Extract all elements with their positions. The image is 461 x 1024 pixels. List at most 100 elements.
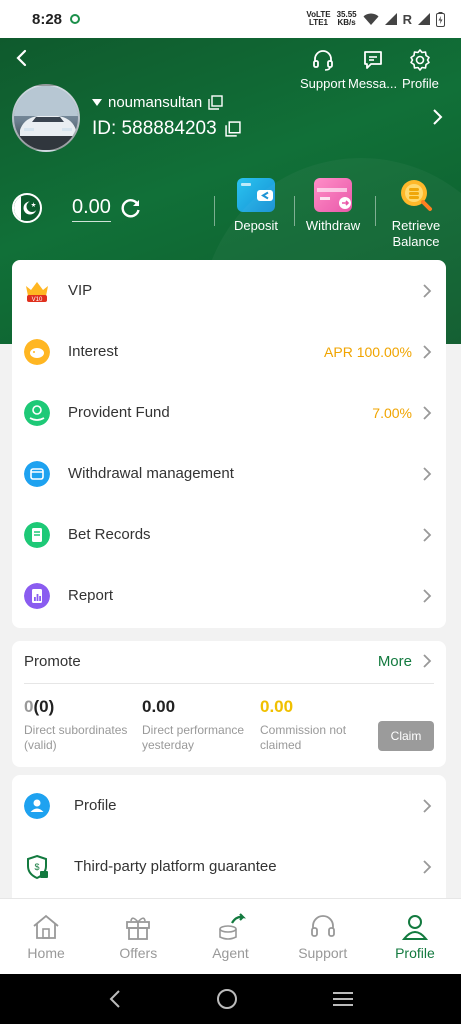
menu-label: Bet Records — [68, 526, 151, 543]
stat-commission: 0.00 Commission not claimed — [260, 697, 346, 753]
stat-value: 0.00 — [142, 697, 244, 717]
chevron-right-icon — [423, 466, 432, 481]
chevron-right-icon[interactable] — [422, 653, 432, 669]
nav-label: Profile — [395, 944, 435, 961]
chevron-right-icon — [423, 283, 432, 298]
chevron-right-icon — [423, 344, 432, 359]
username: noumansultan — [108, 94, 203, 111]
nav-offers[interactable]: Offers — [92, 899, 184, 974]
menu-label: Withdrawal management — [68, 465, 234, 482]
divider — [294, 196, 295, 226]
promote-more-link[interactable]: More — [378, 653, 412, 670]
chevron-right-icon — [423, 798, 432, 813]
profile-settings-button[interactable]: Profile — [402, 48, 439, 91]
copy-icon[interactable] — [208, 95, 223, 110]
deposit-button[interactable]: Deposit — [230, 178, 282, 233]
system-recents-icon[interactable] — [332, 990, 354, 1008]
menu-label: VIP — [68, 282, 93, 299]
avatar[interactable] — [12, 84, 80, 152]
battery-icon — [436, 11, 445, 27]
headset-icon — [312, 50, 333, 71]
menu-item-third-party-guarantee[interactable]: $ Third-party platform guarantee — [12, 836, 446, 897]
status-time: 8:28 — [32, 10, 63, 28]
menu-item-vip[interactable]: V10 VIP — [12, 260, 446, 321]
wallet-balance: 0.00 — [72, 196, 111, 222]
user-icon — [401, 914, 428, 940]
refresh-icon[interactable] — [120, 197, 142, 219]
status-icons: VoLTE LTE1 35.55 KB/s R — [306, 11, 445, 27]
deposit-wallet-icon — [237, 178, 275, 212]
account-menu-card: V10 VIP Interest APR 100.00% Provident F… — [12, 260, 446, 628]
wallet-icon — [24, 460, 50, 487]
stat-value-main: 0.00 — [260, 697, 294, 716]
nav-home[interactable]: Home — [0, 899, 92, 974]
profile-menu-card: Profile $ Third-party platform guarantee — [12, 775, 446, 905]
support-button[interactable]: Support — [300, 48, 346, 91]
user-icon — [24, 792, 50, 819]
nav-support[interactable]: Support — [277, 899, 369, 974]
nav-agent[interactable]: Agent — [184, 899, 276, 974]
menu-value: APR 100.00% — [324, 343, 412, 360]
withdraw-button[interactable]: Withdraw — [302, 178, 364, 233]
chevron-right-icon — [423, 527, 432, 542]
copy-id-icon[interactable] — [224, 121, 241, 137]
system-home-icon[interactable] — [216, 988, 238, 1010]
back-arrow-icon[interactable] — [12, 48, 32, 68]
profile-settings-label: Profile — [402, 76, 439, 91]
message-icon — [363, 51, 382, 69]
headset-icon — [310, 914, 335, 937]
bottom-navigation: Home Offers Agent Support Profile — [0, 898, 461, 974]
network-speed-unit: KB/s — [337, 18, 356, 27]
menu-item-profile[interactable]: Profile — [12, 775, 446, 836]
menu-item-provident-fund[interactable]: Provident Fund 7.00% — [12, 382, 446, 443]
fund-hand-icon — [24, 399, 50, 426]
system-back-icon[interactable] — [107, 989, 123, 1009]
nav-profile[interactable]: Profile — [369, 899, 461, 974]
system-navigation-bar — [0, 974, 461, 1024]
nav-label: Support — [298, 944, 348, 961]
menu-label: Third-party platform guarantee — [74, 858, 277, 875]
profile-detail-chevron-icon[interactable] — [431, 108, 445, 126]
user-id-row: ID: 588884203 — [92, 118, 241, 140]
vip-crown-icon: V10 — [26, 281, 48, 303]
report-chart-icon — [24, 582, 50, 609]
nav-label: Agent — [212, 944, 249, 961]
records-icon — [24, 521, 50, 548]
stat-desc-line1: Direct subordinates — [24, 723, 128, 737]
stat-desc-line1: Commission not — [260, 723, 347, 737]
username-row: noumansultan — [92, 94, 223, 111]
stat-direct-subordinates: 0(0) Direct subordinates (valid) — [24, 697, 127, 753]
retrieve-balance-label: Retrieve Balance — [391, 218, 441, 249]
pakistan-flag-icon — [12, 193, 42, 223]
messages-button[interactable]: Messa... — [348, 48, 397, 91]
signal-icon-2 — [418, 13, 430, 25]
messages-label: Messa... — [348, 76, 398, 91]
caret-down-icon — [92, 98, 102, 106]
stat-value: 0(0) — [24, 697, 127, 717]
promote-title: Promote — [24, 653, 81, 670]
stat-description: Commission not claimed — [260, 723, 346, 753]
chevron-right-icon — [423, 588, 432, 603]
retrieve-balance-button[interactable]: Retrieve Balance — [386, 178, 446, 250]
nav-label: Home — [27, 944, 65, 961]
wifi-icon — [363, 13, 379, 25]
claim-button[interactable]: Claim — [378, 721, 434, 751]
chevron-right-icon — [423, 405, 432, 420]
svg-text:$: $ — [34, 862, 39, 872]
agent-icon — [218, 912, 246, 940]
menu-item-report[interactable]: Report — [12, 565, 446, 626]
menu-item-bet-records[interactable]: Bet Records — [12, 504, 446, 565]
menu-item-withdrawal-management[interactable]: Withdrawal management — [12, 443, 446, 504]
chevron-right-icon — [423, 859, 432, 874]
menu-item-interest[interactable]: Interest APR 100.00% — [12, 321, 446, 382]
roaming-indicator: R — [402, 11, 412, 27]
menu-label: Interest — [68, 343, 119, 360]
stat-value-extra: (0) — [33, 697, 55, 716]
promote-card: Promote More 0(0) Direct subordinates (va… — [12, 641, 446, 767]
stat-desc-line2: claimed — [260, 738, 302, 752]
stat-value-main: 0.00 — [142, 697, 176, 716]
withdraw-card-icon — [314, 178, 352, 212]
stat-desc-line1: Direct performance — [142, 723, 245, 737]
divider — [375, 196, 376, 226]
app-notification-icon — [70, 14, 81, 24]
